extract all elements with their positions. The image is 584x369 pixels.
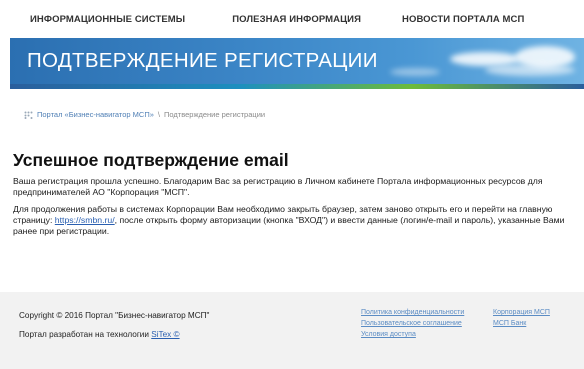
banner-cloud-decoration (390, 68, 440, 76)
grid-icon (24, 111, 33, 119)
confirmation-heading: Успешное подтверждение email (13, 150, 289, 170)
nav-item-useful-information[interactable]: ПОЛЕЗНАЯ ИНФОРМАЦИЯ (232, 14, 361, 25)
page: ИНФОРМАЦИОННЫЕ СИСТЕМЫ ПОЛЕЗНАЯ ИНФОРМАЦ… (0, 0, 584, 369)
page-title: ПОДТВЕРЖДЕНИЕ РЕГИСТРАЦИИ (27, 49, 378, 72)
footer-links-legal: Политика конфиденциальности Пользователь… (361, 308, 464, 339)
top-navigation: ИНФОРМАЦИОННЫЕ СИСТЕМЫ ПОЛЕЗНАЯ ИНФОРМАЦ… (0, 0, 584, 38)
homepage-link[interactable]: https://smbn.ru/ (55, 215, 115, 225)
footer: Copyright © 2016 Портал "Бизнес-навигато… (0, 292, 584, 369)
success-message: Ваша регистрация прошла успешно. Благода… (13, 176, 543, 197)
access-terms-link[interactable]: Условия доступа (361, 330, 464, 339)
technology-credit: Портал разработан на технологии SiTex © (19, 330, 180, 339)
footer-links-partners: Корпорация МСП МСП Банк (493, 308, 550, 328)
sitex-link[interactable]: SiTex © (151, 330, 179, 339)
copyright-text: Copyright © 2016 Портал "Бизнес-навигато… (19, 311, 210, 320)
page-banner: ПОДТВЕРЖДЕНИЕ РЕГИСТРАЦИИ (10, 38, 584, 89)
instructions-message: Для продолжения работы в системах Корпор… (13, 204, 575, 237)
breadcrumb-separator: \ (157, 110, 160, 119)
banner-cloud-decoration (485, 64, 575, 76)
breadcrumb-current: Подтверждение регистрации (164, 110, 266, 119)
breadcrumb: Портал «Бизнес-навигатор МСП» \ Подтверж… (24, 110, 265, 119)
privacy-policy-link[interactable]: Политика конфиденциальности (361, 308, 464, 317)
banner-stripe (10, 84, 584, 89)
breadcrumb-portal-link[interactable]: Портал «Бизнес-навигатор МСП» (37, 110, 154, 119)
msp-bank-link[interactable]: МСП Банк (493, 319, 550, 328)
technology-credit-prefix: Портал разработан на технологии (19, 330, 152, 339)
main-content: Успешное подтверждение email Ваша регист… (13, 150, 575, 243)
nav-item-information-systems[interactable]: ИНФОРМАЦИОННЫЕ СИСТЕМЫ (30, 14, 185, 25)
msp-corporation-link[interactable]: Корпорация МСП (493, 308, 550, 317)
nav-item-portal-news[interactable]: НОВОСТИ ПОРТАЛА МСП (402, 14, 524, 25)
user-agreement-link[interactable]: Пользовательское соглашение (361, 319, 464, 328)
